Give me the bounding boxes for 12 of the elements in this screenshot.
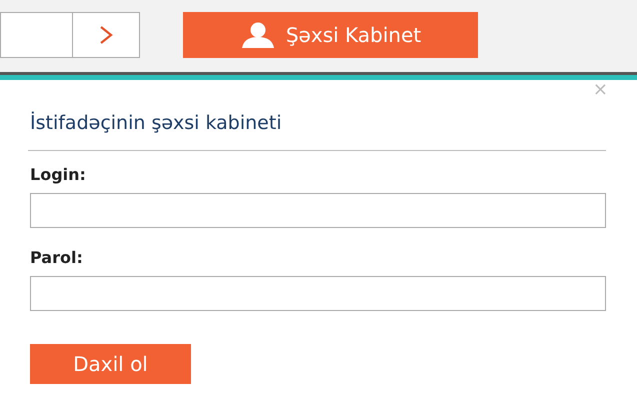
dialog-title: İstifadəçinin şəxsi kabineti [30, 112, 283, 136]
cabinet-button[interactable]: Şəxsi Kabinet [183, 12, 478, 58]
search-field[interactable] [0, 12, 72, 58]
close-button[interactable]: × [592, 80, 608, 102]
input-field[interactable] [30, 193, 606, 228]
input-field[interactable] [30, 276, 606, 311]
field-label: Login: [30, 165, 87, 186]
field-label: Parol: [30, 248, 84, 269]
user-icon [240, 22, 276, 48]
login-button[interactable]: Daxil ol [30, 344, 191, 384]
chevron-right-icon [99, 25, 113, 45]
go-button[interactable] [72, 12, 140, 58]
